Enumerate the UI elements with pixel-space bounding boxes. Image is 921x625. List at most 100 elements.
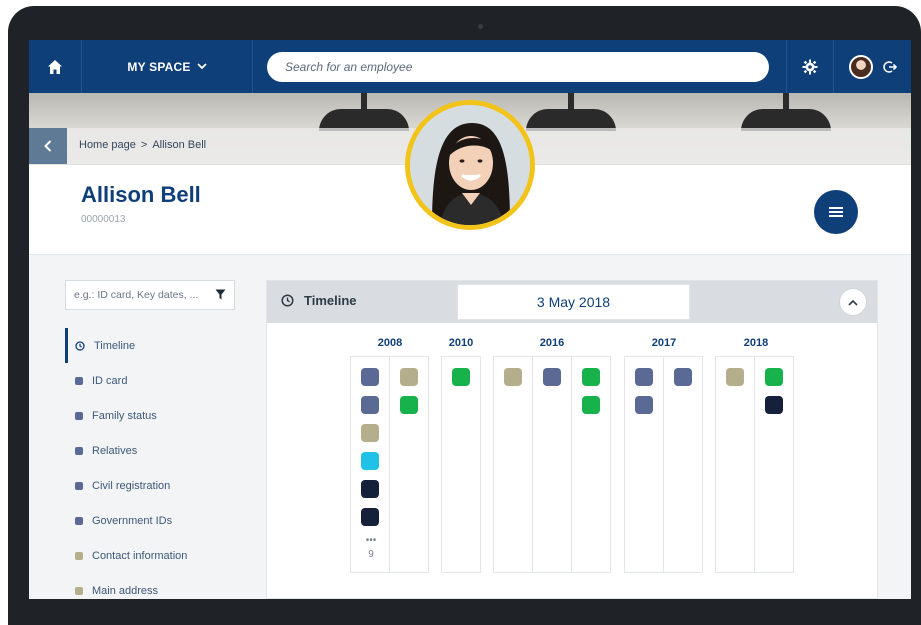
home-icon bbox=[48, 59, 62, 74]
timeline-column bbox=[571, 356, 611, 573]
gear-icon bbox=[802, 59, 818, 74]
filter-icon[interactable] bbox=[215, 289, 226, 300]
event-tile[interactable] bbox=[400, 396, 418, 414]
employee-id: 00000013 bbox=[81, 214, 126, 225]
sidebar-item-label: Timeline bbox=[94, 339, 136, 352]
category-marker bbox=[75, 586, 83, 595]
event-tile[interactable] bbox=[452, 368, 470, 386]
more-dots-icon[interactable]: ••• bbox=[351, 535, 391, 546]
year-label: 2016 bbox=[539, 337, 565, 349]
lamp-decoration bbox=[741, 93, 831, 133]
category-marker bbox=[75, 446, 83, 455]
event-tile[interactable] bbox=[400, 368, 418, 386]
clock-icon bbox=[281, 294, 294, 307]
sidebar-item-civil-registration[interactable]: Civil registration bbox=[65, 468, 235, 503]
year-label: 2018 bbox=[743, 337, 769, 349]
sidebar-item-label: Government IDs bbox=[92, 514, 173, 527]
timeline-panel: Timeline 3 May 2018 2008 2010 2016 2017 … bbox=[266, 280, 878, 599]
sidebar-item-label: Family status bbox=[92, 409, 157, 422]
timeline-header: Timeline 3 May 2018 bbox=[267, 281, 877, 323]
event-tile[interactable] bbox=[635, 368, 653, 386]
category-marker bbox=[75, 481, 83, 490]
timeline-date-selector[interactable]: 3 May 2018 bbox=[457, 284, 690, 320]
sidebar-item-contact-information[interactable]: Contact information bbox=[65, 538, 235, 573]
timeline-title: Timeline bbox=[281, 293, 357, 308]
event-tile[interactable] bbox=[582, 396, 600, 414]
event-tile[interactable] bbox=[361, 452, 379, 470]
timeline-column bbox=[532, 356, 572, 573]
search-placeholder: Search for an employee bbox=[285, 60, 413, 74]
breadcrumb: Home page > Allison Bell bbox=[79, 139, 206, 151]
employee-search-input[interactable]: Search for an employee bbox=[267, 52, 769, 82]
timeline-column bbox=[493, 356, 533, 573]
sidebar-item-main-address[interactable]: Main address bbox=[65, 573, 235, 599]
sidebar-item-timeline[interactable]: Timeline bbox=[65, 328, 235, 363]
sidebar-item-label: ID card bbox=[92, 374, 128, 387]
year-label: 2017 bbox=[651, 337, 677, 349]
sidebar-item-relatives[interactable]: Relatives bbox=[65, 433, 235, 468]
event-tile[interactable] bbox=[635, 396, 653, 414]
category-marker bbox=[75, 516, 83, 525]
user-area bbox=[833, 40, 911, 93]
event-tile[interactable] bbox=[726, 368, 744, 386]
event-tile[interactable] bbox=[504, 368, 522, 386]
logout-icon[interactable] bbox=[882, 60, 897, 74]
category-marker bbox=[75, 376, 83, 385]
employee-name: Allison Bell bbox=[81, 182, 201, 207]
chevron-left-icon bbox=[44, 140, 52, 152]
chevron-down-icon bbox=[196, 63, 207, 70]
event-tile[interactable] bbox=[765, 368, 783, 386]
profile-photo bbox=[405, 100, 535, 230]
event-tile[interactable] bbox=[361, 396, 379, 414]
my-space-menu[interactable]: MY SPACE bbox=[82, 40, 253, 93]
sidebar-item-label: Contact information bbox=[92, 549, 188, 562]
event-tile[interactable] bbox=[765, 396, 783, 414]
home-button[interactable] bbox=[29, 40, 82, 93]
timeline-column bbox=[754, 356, 794, 573]
top-bar: MY SPACE Search for an employee bbox=[29, 40, 911, 93]
user-avatar[interactable] bbox=[848, 54, 873, 79]
breadcrumb-separator: > bbox=[140, 139, 148, 151]
chevron-up-icon bbox=[848, 299, 858, 306]
category-marker bbox=[75, 551, 83, 560]
lamp-decoration bbox=[526, 93, 616, 133]
breadcrumb-home-link[interactable]: Home page bbox=[79, 139, 136, 151]
timeline-column: ••• 9 bbox=[350, 356, 390, 573]
year-label: 2008 bbox=[377, 337, 403, 349]
clock-icon bbox=[75, 340, 85, 351]
breadcrumb-current: Allison Bell bbox=[152, 139, 207, 151]
timeline-column bbox=[389, 356, 429, 573]
hamburger-icon bbox=[829, 207, 843, 217]
sidebar-item-family-status[interactable]: Family status bbox=[65, 398, 235, 433]
collapse-button[interactable] bbox=[839, 288, 867, 316]
event-tile[interactable] bbox=[582, 368, 600, 386]
screen: MY SPACE Search for an employee Home pag… bbox=[29, 40, 911, 599]
sidebar-item-label: Main address bbox=[92, 584, 159, 597]
sidebar-item-government-ids[interactable]: Government IDs bbox=[65, 503, 235, 538]
event-tile[interactable] bbox=[543, 368, 561, 386]
sidebar-item-label: Relatives bbox=[92, 444, 138, 457]
event-tile[interactable] bbox=[674, 368, 692, 386]
event-tile[interactable] bbox=[361, 368, 379, 386]
section-filter-input[interactable]: e.g.: ID card, Key dates, ... bbox=[65, 280, 235, 310]
timeline-title-label: Timeline bbox=[304, 293, 357, 308]
camera bbox=[478, 24, 483, 29]
year-label: 2010 bbox=[448, 337, 474, 349]
lamp-decoration bbox=[319, 93, 409, 133]
filter-placeholder: e.g.: ID card, Key dates, ... bbox=[74, 289, 199, 301]
settings-button[interactable] bbox=[786, 40, 833, 93]
sidebar-item-label: Civil registration bbox=[92, 479, 171, 492]
timeline-column bbox=[624, 356, 664, 573]
event-tile[interactable] bbox=[361, 480, 379, 498]
more-count: 9 bbox=[368, 549, 374, 560]
timeline-column bbox=[441, 356, 481, 573]
timeline-column bbox=[663, 356, 703, 573]
back-button[interactable] bbox=[29, 128, 67, 164]
event-tile[interactable] bbox=[361, 508, 379, 526]
my-space-label: MY SPACE bbox=[127, 59, 191, 74]
section-nav: Timeline ID card Family status Relatives… bbox=[65, 328, 235, 599]
sidebar-item-id-card[interactable]: ID card bbox=[65, 363, 235, 398]
actions-menu-button[interactable] bbox=[814, 190, 858, 234]
timeline-column bbox=[715, 356, 755, 573]
event-tile[interactable] bbox=[361, 424, 379, 442]
